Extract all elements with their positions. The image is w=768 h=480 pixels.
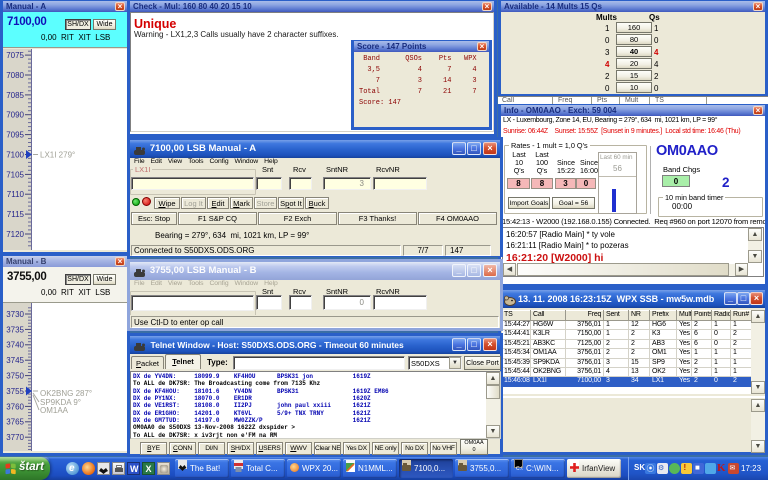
svg-text:3750: 3750 [6,372,24,381]
svg-text:7120: 7120 [6,230,24,239]
svg-text:7110: 7110 [7,190,25,199]
svg-text:OK2BNG 287°: OK2BNG 287° [40,389,92,398]
svg-text:3755: 3755 [6,387,24,396]
svg-text:7090: 7090 [6,111,24,120]
svg-text:3730: 3730 [6,310,24,319]
svg-text:7105: 7105 [6,170,24,179]
svg-text:LX1I 279°: LX1I 279° [40,151,75,160]
svg-text:7100: 7100 [6,150,24,159]
svg-text:3760: 3760 [6,402,24,411]
svg-text:7075: 7075 [6,51,24,60]
svg-text:3745: 3745 [6,356,24,365]
svg-text:3740: 3740 [6,341,24,350]
svg-text:7095: 7095 [6,131,24,140]
svg-text:7115: 7115 [7,210,25,219]
svg-text:3770: 3770 [6,433,24,442]
svg-text:7080: 7080 [6,71,24,80]
svg-text:OM1AA: OM1AA [40,406,69,415]
svg-text:7085: 7085 [6,91,24,100]
svg-text:3735: 3735 [6,325,24,334]
svg-text:3765: 3765 [6,418,24,427]
